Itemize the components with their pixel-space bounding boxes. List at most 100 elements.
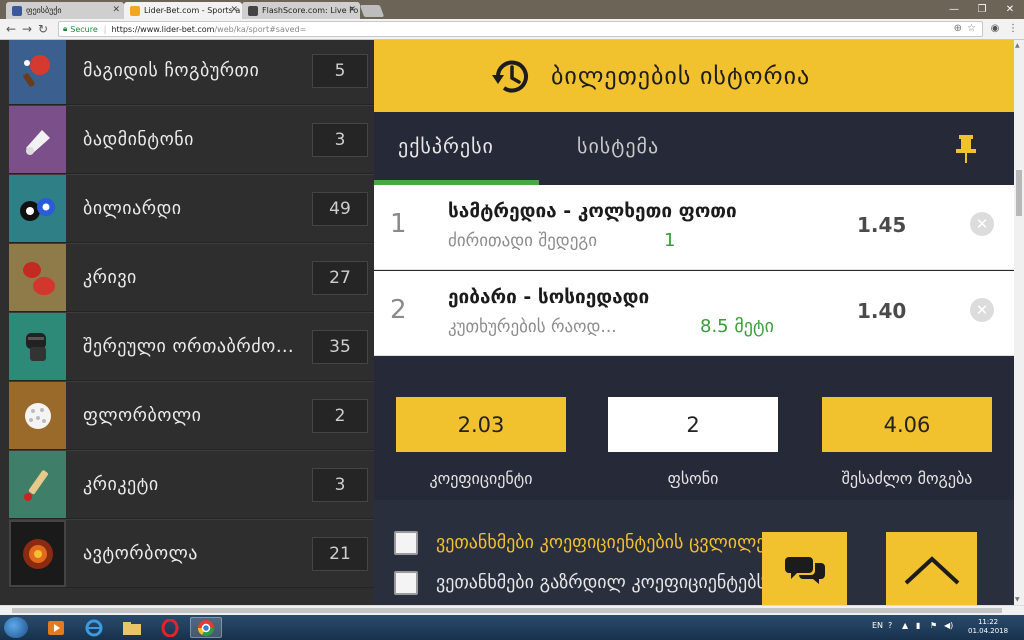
bookmark-star-icon[interactable]: ☆ [967, 23, 976, 34]
vertical-scrollbar[interactable]: ▲ ▼ [1014, 40, 1024, 605]
bet-odd: 1.45 [857, 213, 907, 237]
reload-icon[interactable]: ↻ [38, 22, 48, 36]
bet-index: 2 [390, 295, 407, 325]
back-icon[interactable]: ← [6, 22, 16, 36]
bet-index: 1 [390, 209, 407, 239]
system-clock[interactable]: 11:22 01.04.2018 [968, 618, 1008, 636]
browser-tab-flashscore[interactable]: FlashScore.com: Live Fo ✕ [242, 2, 360, 19]
scrollbar-thumb[interactable] [12, 608, 1002, 613]
chat-button[interactable] [762, 532, 847, 605]
url-input[interactable]: 🔒︎ Secure | https://www.lider-bet.com /w… [58, 21, 983, 37]
sport-count: 49 [312, 192, 368, 226]
pin-icon[interactable] [954, 134, 978, 164]
sport-name: შერეული ორთაბრძოლები [83, 336, 311, 357]
url-path: /web/ka/sport#saved= [214, 24, 307, 34]
table-tennis-icon [9, 40, 66, 104]
bet-odd: 1.40 [857, 299, 907, 323]
sport-count: 5 [312, 54, 368, 88]
bet-pick: 8.5 მეტი [700, 316, 774, 337]
start-button[interactable] [4, 617, 28, 638]
minimize-icon[interactable]: — [940, 0, 968, 19]
sport-name: ავტორბოლა [83, 543, 198, 564]
scrollbar-thumb[interactable] [1016, 170, 1022, 216]
maximize-icon[interactable]: ❐ [968, 0, 996, 19]
internet-explorer-icon[interactable] [78, 617, 110, 638]
close-tab-icon[interactable]: ✕ [112, 5, 120, 15]
chevron-up-icon [904, 555, 959, 584]
tab-label: ფეისბუქი [26, 6, 62, 15]
file-explorer-icon[interactable] [116, 617, 148, 638]
stake-label: ფსონი [667, 469, 719, 488]
sport-count: 2 [312, 399, 368, 433]
help-icon[interactable]: ? [888, 621, 892, 630]
secure-label: Secure [70, 24, 98, 34]
agree-increase-checkbox[interactable] [394, 571, 418, 595]
bet-row: 2 ეიბარი - სოსიედადი კუთხურების რაოდ... … [374, 271, 1014, 356]
sport-item-billiards[interactable]: ბილიარდი 49 [9, 174, 374, 243]
chrome-icon[interactable] [190, 617, 222, 638]
sport-count: 27 [312, 261, 368, 295]
sport-item-boxing[interactable]: კრივი 27 [9, 243, 374, 312]
bet-pick: 1 [664, 230, 676, 251]
sport-item-mma[interactable]: შერეული ორთაბრძოლები 35 [9, 312, 374, 381]
tab-label: FlashScore.com: Live Fo [262, 6, 359, 15]
bet-match: ეიბარი - სოსიედადი [448, 286, 650, 308]
lock-icon: 🔒︎ [63, 24, 68, 33]
total-odds-label: კოეფიციენტი [429, 469, 533, 488]
language-indicator[interactable]: EN [872, 621, 883, 630]
zoom-icon[interactable]: ⊕ [954, 23, 962, 34]
tab-system[interactable]: სისტემა [577, 134, 659, 158]
sport-item-floorball[interactable]: ფლორბოლი 2 [9, 381, 374, 450]
remove-bet-button[interactable]: ✕ [970, 212, 994, 236]
sport-name: კრიკეტი [83, 474, 159, 495]
sport-name: კრივი [83, 267, 137, 288]
chat-icon [784, 556, 825, 584]
potential-win-value: 4.06 [822, 397, 992, 452]
scroll-down-arrow-icon[interactable]: ▼ [1015, 596, 1020, 603]
forward-icon[interactable]: → [22, 22, 32, 36]
boxing-icon [9, 244, 66, 311]
sport-item-cricket[interactable]: კრიკეტი 3 [9, 450, 374, 519]
divider: | [103, 24, 107, 34]
sport-item-table-tennis[interactable]: მაგიდის ჩოგბურთი 5 [9, 40, 374, 105]
tray-arrow-icon[interactable]: ▲ [902, 621, 908, 630]
bet-market: კუთხურების რაოდ... [448, 317, 617, 337]
tab-express[interactable]: ექსპრესი [398, 134, 494, 158]
stake-input[interactable]: 2 [608, 397, 778, 452]
agree-increase-label: ვეთანხმები გაზრდილ კოეფიციენტებს [436, 572, 766, 593]
opera-icon[interactable] [154, 617, 186, 638]
mma-glove-icon [9, 313, 66, 380]
total-odds-value: 2.03 [396, 397, 566, 452]
agree-odds-checkbox[interactable] [394, 531, 418, 555]
sport-item-badminton[interactable]: ბადმინტონი 3 [9, 105, 374, 174]
browser-tab-liderbet[interactable]: Lider-Bet.com - Sports a ✕ [124, 2, 242, 19]
volume-icon[interactable]: ◀) [944, 621, 953, 630]
motorsport-icon [9, 520, 66, 587]
extension-icon[interactable]: ◉ [989, 23, 1001, 35]
sport-name: ბადმინტონი [83, 129, 194, 150]
scroll-up-arrow-icon[interactable]: ▲ [1015, 42, 1020, 49]
media-player-icon[interactable] [40, 617, 72, 638]
close-window-icon[interactable]: ✕ [996, 0, 1024, 19]
tab-label: Lider-Bet.com - Sports a [144, 6, 241, 15]
close-tab-icon[interactable]: ✕ [230, 5, 238, 15]
network-icon[interactable]: ▮ [916, 621, 920, 630]
agree-odds-label: ვეთანხმები კოეფიციენტების ცვლილებას [436, 532, 794, 553]
browser-tab-strip: ფეისბუქი ✕ Lider-Bet.com - Sports a ✕ Fl… [0, 0, 1024, 19]
facebook-icon [12, 5, 22, 16]
sport-count: 3 [312, 468, 368, 502]
sport-item-motorsport[interactable]: ავტორბოლა 21 [9, 519, 374, 588]
new-tab-button[interactable] [359, 5, 385, 17]
taskbar: EN ? ▲ ▮ ⚑ ◀) 11:22 01.04.2018 [0, 615, 1024, 640]
horizontal-scrollbar[interactable] [0, 605, 1024, 615]
menu-dots-icon[interactable]: ⋮ [1007, 23, 1019, 35]
floorball-icon [9, 382, 66, 449]
remove-bet-button[interactable]: ✕ [970, 298, 994, 322]
browser-tab-facebook[interactable]: ფეისბუქი ✕ [6, 2, 124, 19]
flag-icon[interactable]: ⚑ [930, 621, 937, 630]
history-icon[interactable] [488, 55, 534, 99]
close-tab-icon[interactable]: ✕ [348, 5, 356, 15]
sport-count: 35 [312, 330, 368, 364]
sport-list: მაგიდის ჩოგბურთი 5 ბადმინტონი 3 ბილიარდი… [0, 40, 374, 605]
scroll-top-button[interactable] [886, 532, 977, 605]
